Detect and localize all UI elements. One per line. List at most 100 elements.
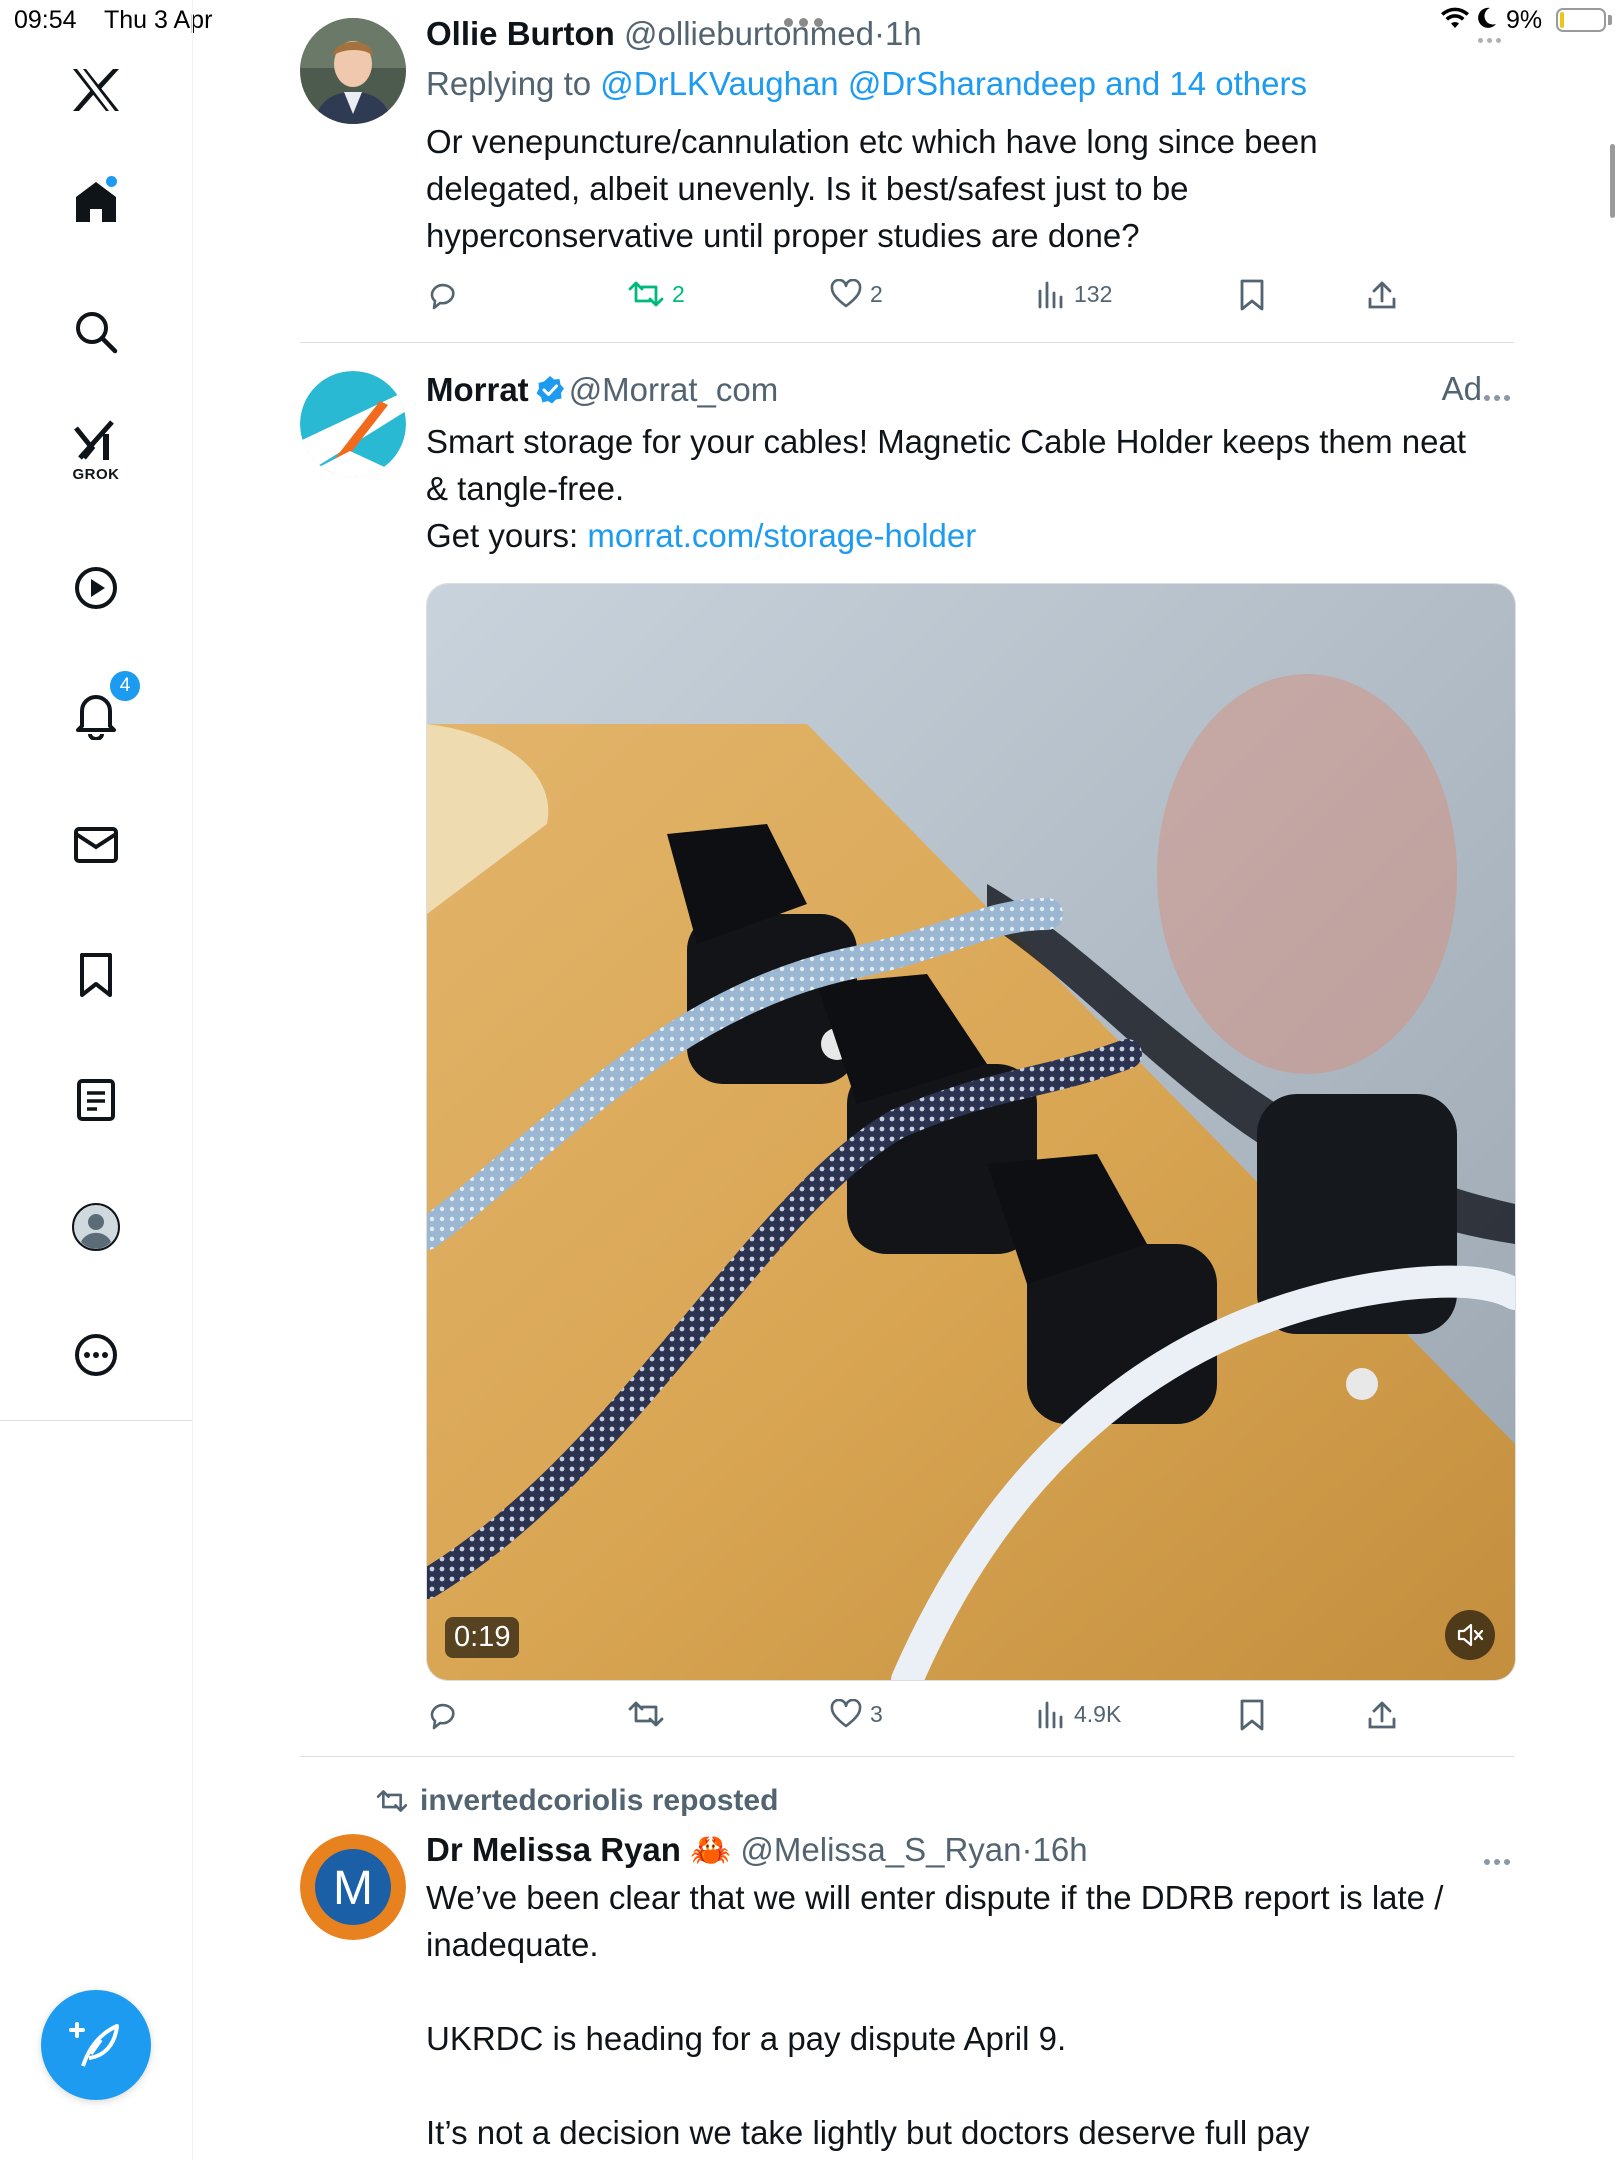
mute-toggle[interactable] (1445, 1610, 1495, 1660)
sidebar-item-grok[interactable]: GROK (56, 410, 136, 490)
replying-prefix: Replying to (426, 65, 592, 102)
scrollbar[interactable] (1610, 144, 1615, 218)
like-button[interactable]: 2 (830, 279, 883, 309)
reply-icon (430, 283, 455, 310)
tweet-text-line: delegated, albeit unevenly. Is it best/s… (426, 170, 1189, 207)
tweet-text-line: We’ve been clear that we will enter disp… (426, 1879, 1444, 1916)
views-chart-icon (1038, 281, 1063, 309)
sidebar-item-more[interactable] (56, 1315, 136, 1395)
bookmark-button[interactable] (1238, 279, 1266, 311)
share-icon (1368, 1701, 1396, 1729)
reposted-by: invertedcoriolis reposted (420, 1784, 779, 1817)
view-count: 4.9K (1074, 1700, 1122, 1727)
compose-post-button[interactable] (41, 1990, 151, 2100)
tweet-text-line: UKRDC is heading for a pay dispute April… (426, 2020, 1067, 2057)
reply-button[interactable] (426, 1699, 458, 1731)
post-time[interactable]: 1h (885, 15, 922, 52)
views-button[interactable]: 4.9K (1036, 1699, 1121, 1729)
sidebar-item-profile[interactable] (56, 1187, 136, 1267)
tweet-text-line: Or venepuncture/cannulation etc which ha… (426, 123, 1318, 160)
bookmark-icon (1240, 1699, 1264, 1731)
tweet-header: Morrat @Morrat_com (426, 370, 1514, 414)
avatar-letter: M (333, 1862, 373, 1915)
tweet-separator (300, 342, 1514, 343)
search-icon (76, 312, 118, 354)
video-play-icon (75, 567, 117, 609)
tweet-text-line (426, 1968, 1514, 2015)
tweet-text-line: It’s not a decision we take lightly but … (426, 2114, 1310, 2151)
author-handle[interactable]: @Morrat_com (569, 371, 779, 408)
sidebar-item-video[interactable] (56, 548, 136, 628)
author-name[interactable]: Dr Melissa Ryan (426, 1831, 681, 1868)
repost-icon (628, 281, 664, 307)
author-name[interactable]: Morrat (426, 371, 529, 408)
tweet-text-line: & tangle-free. (426, 470, 625, 507)
home-unread-dot (106, 176, 117, 187)
replying-to: Replying to @DrLKVaughan @DrSharandeep a… (426, 64, 1514, 104)
x-logo-icon[interactable] (56, 50, 136, 130)
like-button[interactable]: 3 (830, 1699, 883, 1729)
tweet-header: Ollie Burton @ollieburtonmed·1h (426, 14, 1514, 54)
like-count: 2 (870, 280, 883, 307)
video-player[interactable]: 0:19 (426, 583, 1516, 1681)
repost-count: 2 (672, 280, 685, 307)
sidebar-item-notifications[interactable]: 4 (56, 669, 142, 755)
repost-context[interactable]: invertedcoriolis reposted (376, 1784, 778, 1818)
video-duration: 0:19 (445, 1617, 520, 1658)
more-options-icon[interactable] (1484, 388, 1514, 406)
tweet-header: Dr Melissa Ryan 🦀 @Melissa_S_Ryan·16h (426, 1830, 1514, 1870)
tweet-text: Smart storage for your cables! Magnetic … (426, 418, 1514, 559)
replying-handles-link[interactable]: @DrLKVaughan @DrSharandeep and 14 others (600, 65, 1307, 102)
avatar[interactable] (300, 18, 406, 124)
bookmark-button[interactable] (1238, 1699, 1266, 1731)
share-button[interactable] (1366, 1699, 1398, 1731)
share-icon (1368, 281, 1396, 309)
sidebar-nav: GROK 4 (0, 0, 193, 2160)
heart-icon (830, 1699, 862, 1728)
heart-icon (830, 279, 862, 308)
avatar[interactable]: M (300, 1834, 406, 1940)
separator-dot: · (873, 15, 885, 52)
sidebar-item-messages[interactable] (56, 805, 136, 885)
lists-icon (77, 1079, 115, 1121)
video-frame (427, 584, 1515, 1680)
mail-icon (74, 827, 118, 863)
profile-avatar-icon (72, 1203, 120, 1251)
like-count: 3 (870, 1700, 883, 1727)
sidebar-divider (0, 1420, 192, 1421)
sidebar-item-bookmarks[interactable] (56, 935, 136, 1015)
more-icon (75, 1334, 117, 1376)
views-button[interactable]: 132 (1036, 279, 1112, 309)
ad-label: Ad (1441, 370, 1482, 407)
verified-badge-icon (535, 374, 565, 414)
tweet-actions: 2 2 132 (426, 279, 1514, 329)
tweet-text: Or venepuncture/cannulation etc which ha… (426, 118, 1514, 259)
repost-button[interactable] (628, 1699, 664, 1729)
more-options-icon[interactable] (1484, 1852, 1514, 1870)
author-name[interactable]: Ollie Burton (426, 15, 615, 52)
author-handle[interactable]: @Melissa_S_Ryan (740, 1831, 1021, 1868)
notification-badge: 4 (108, 669, 142, 703)
bookmark-icon (1240, 279, 1264, 311)
advertiser-avatar[interactable] (300, 371, 406, 477)
share-button[interactable] (1366, 279, 1398, 311)
battery-tip (1608, 15, 1612, 25)
author-handle[interactable]: @ollieburtonmed (624, 15, 874, 52)
bookmark-icon (80, 953, 112, 997)
post-time[interactable]: 16h (1033, 1831, 1088, 1868)
cta-link[interactable]: morrat.com/storage-holder (587, 517, 976, 554)
compose-feather-icon (69, 2022, 119, 2067)
cta-line: Get yours: morrat.com/storage-holder (426, 512, 1514, 559)
tweet-text-line: Smart storage for your cables! Magnetic … (426, 423, 1467, 460)
sidebar-item-explore[interactable] (56, 292, 136, 372)
author-emoji: 🦀 (690, 1831, 732, 1868)
repost-button[interactable]: 2 (628, 279, 685, 309)
reply-button[interactable] (426, 279, 458, 311)
sidebar-item-lists[interactable] (56, 1060, 136, 1140)
tweet-actions: 3 4.9K (426, 1699, 1514, 1749)
view-count: 132 (1074, 280, 1113, 307)
tweet-text-line: hyperconservative until proper studies a… (426, 217, 1140, 254)
sidebar-item-home[interactable] (56, 162, 136, 242)
tweet-text-line: inadequate. (426, 1926, 599, 1963)
cta-prefix: Get yours: (426, 517, 579, 554)
